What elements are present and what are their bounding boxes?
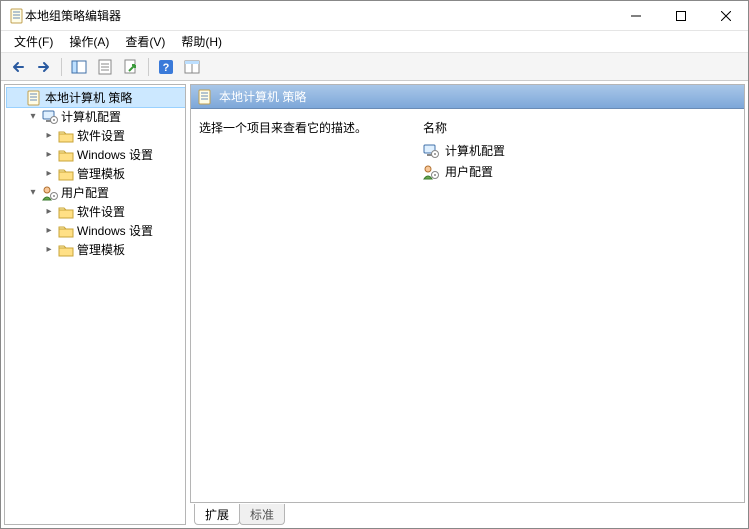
expand-icon[interactable]: ▸ bbox=[43, 225, 55, 237]
navigation-tree[interactable]: ▾ 本地计算机 策略 ▾ 计算机配置 ▸ bbox=[4, 84, 186, 525]
details-header: 本地计算机 策略 bbox=[191, 85, 744, 109]
toolbar bbox=[1, 53, 748, 81]
help-icon bbox=[158, 59, 174, 75]
minimize-button[interactable] bbox=[613, 1, 658, 30]
column-header-name[interactable]: 名称 bbox=[419, 119, 736, 140]
forward-icon bbox=[36, 59, 52, 75]
list-item-user-config[interactable]: 用户配置 bbox=[419, 161, 736, 182]
tree-admin-templates[interactable]: ▸ 管理模板 bbox=[39, 164, 185, 183]
tree-label: 计算机配置 bbox=[61, 108, 121, 125]
tree-root-local-policy[interactable]: ▾ 本地计算机 策略 bbox=[7, 88, 185, 107]
tree-label: Windows 设置 bbox=[77, 146, 153, 163]
menu-bar: 文件(F) 操作(A) 查看(V) 帮助(H) bbox=[1, 31, 748, 53]
tree-computer-config[interactable]: ▾ 计算机配置 bbox=[23, 107, 185, 126]
tree-windows-settings[interactable]: ▸ Windows 设置 bbox=[39, 145, 185, 164]
details-pane: 本地计算机 策略 选择一个项目来查看它的描述。 名称 计算机配置 用户配置 bbox=[190, 84, 745, 503]
tree-software-settings[interactable]: ▸ 软件设置 bbox=[39, 126, 185, 145]
window-controls bbox=[613, 1, 748, 30]
folder-icon bbox=[58, 223, 74, 239]
tab-extended[interactable]: 扩展 bbox=[194, 504, 240, 525]
computer-config-icon bbox=[423, 143, 439, 159]
maximize-button[interactable] bbox=[658, 1, 703, 30]
list-item-label: 用户配置 bbox=[445, 163, 493, 180]
collapse-icon[interactable]: ▾ bbox=[27, 111, 39, 123]
panes-icon bbox=[71, 59, 87, 75]
close-button[interactable] bbox=[703, 1, 748, 30]
tab-standard[interactable]: 标准 bbox=[239, 504, 285, 525]
user-config-icon bbox=[423, 164, 439, 180]
tree-windows-settings[interactable]: ▸ Windows 设置 bbox=[39, 221, 185, 240]
tree-label: Windows 设置 bbox=[77, 222, 153, 239]
tree-user-config[interactable]: ▾ 用户配置 bbox=[23, 183, 185, 202]
tree-admin-templates[interactable]: ▸ 管理模板 bbox=[39, 240, 185, 259]
folder-icon bbox=[58, 204, 74, 220]
view-tabs: 扩展 标准 bbox=[190, 503, 745, 525]
list-item-label: 计算机配置 bbox=[445, 142, 505, 159]
user-config-icon bbox=[42, 185, 58, 201]
menu-help[interactable]: 帮助(H) bbox=[173, 31, 230, 52]
menu-file[interactable]: 文件(F) bbox=[6, 31, 61, 52]
columns-icon bbox=[184, 59, 200, 75]
window-title: 本地组策略编辑器 bbox=[25, 7, 613, 24]
folder-icon bbox=[58, 147, 74, 163]
tab-label: 标准 bbox=[250, 508, 274, 522]
folder-icon bbox=[58, 242, 74, 258]
description-text: 选择一个项目来查看它的描述。 bbox=[199, 119, 399, 136]
details-area: 本地计算机 策略 选择一个项目来查看它的描述。 名称 计算机配置 用户配置 bbox=[190, 84, 745, 525]
tree-label: 用户配置 bbox=[61, 184, 109, 201]
tree-label: 软件设置 bbox=[77, 127, 125, 144]
tree-label: 本地计算机 策略 bbox=[45, 89, 132, 106]
app-icon bbox=[9, 8, 25, 24]
details-body: 选择一个项目来查看它的描述。 名称 计算机配置 用户配置 bbox=[191, 109, 744, 502]
back-button[interactable] bbox=[6, 56, 30, 78]
policy-icon bbox=[197, 89, 213, 105]
tree-label: 管理模板 bbox=[77, 165, 125, 182]
back-icon bbox=[10, 59, 26, 75]
menu-action[interactable]: 操作(A) bbox=[61, 31, 117, 52]
export-icon bbox=[123, 59, 139, 75]
toolbar-separator bbox=[148, 58, 149, 76]
help-button[interactable] bbox=[154, 56, 178, 78]
details-header-title: 本地计算机 策略 bbox=[219, 88, 306, 105]
description-column: 选择一个项目来查看它的描述。 bbox=[199, 119, 399, 492]
tab-label: 扩展 bbox=[205, 508, 229, 522]
folder-icon bbox=[58, 166, 74, 182]
columns-button[interactable] bbox=[180, 56, 204, 78]
tree-software-settings[interactable]: ▸ 软件设置 bbox=[39, 202, 185, 221]
expand-icon[interactable]: ▸ bbox=[43, 168, 55, 180]
collapse-icon[interactable]: ▾ bbox=[27, 187, 39, 199]
expand-icon[interactable]: ▸ bbox=[43, 244, 55, 256]
tree-label: 软件设置 bbox=[77, 203, 125, 220]
tree-label: 管理模板 bbox=[77, 241, 125, 258]
show-hide-tree-button[interactable] bbox=[67, 56, 91, 78]
computer-config-icon bbox=[42, 109, 58, 125]
menu-view[interactable]: 查看(V) bbox=[117, 31, 173, 52]
policy-icon bbox=[26, 90, 42, 106]
folder-icon bbox=[58, 128, 74, 144]
toolbar-separator bbox=[61, 58, 62, 76]
list-item-computer-config[interactable]: 计算机配置 bbox=[419, 140, 736, 161]
export-list-button[interactable] bbox=[119, 56, 143, 78]
expand-icon[interactable]: ▸ bbox=[43, 149, 55, 161]
expand-icon[interactable]: ▸ bbox=[43, 130, 55, 142]
items-list[interactable]: 名称 计算机配置 用户配置 bbox=[419, 119, 736, 492]
expand-icon[interactable]: ▸ bbox=[43, 206, 55, 218]
forward-button[interactable] bbox=[32, 56, 56, 78]
properties-icon bbox=[97, 59, 113, 75]
title-bar: 本地组策略编辑器 bbox=[1, 1, 748, 31]
properties-button[interactable] bbox=[93, 56, 117, 78]
main-area: ▾ 本地计算机 策略 ▾ 计算机配置 ▸ bbox=[1, 81, 748, 528]
